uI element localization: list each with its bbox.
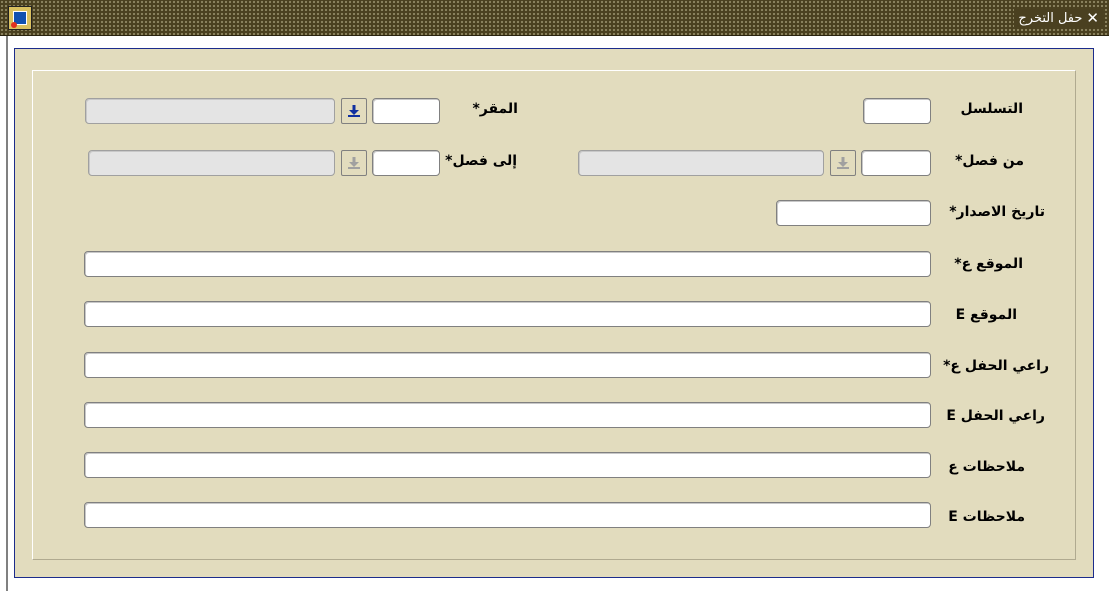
download-arrow-icon	[348, 157, 360, 169]
notes-ar-field[interactable]	[84, 452, 931, 478]
from-semester-code-field[interactable]	[861, 150, 931, 176]
headquarters-name-field	[85, 98, 335, 124]
title-bar: ✕ حفل التخرج	[0, 0, 1109, 36]
to-semester-lov-button[interactable]	[341, 150, 367, 176]
sponsor-en-field[interactable]	[84, 402, 931, 428]
location-ar-field[interactable]	[84, 251, 931, 277]
location-en-field[interactable]	[84, 301, 931, 327]
notes-en-label: ملاحظات E	[948, 509, 1025, 525]
download-arrow-icon	[837, 157, 849, 169]
to-semester-code-field[interactable]	[372, 150, 440, 176]
app-icon	[8, 6, 32, 30]
headquarters-lov-button[interactable]	[341, 98, 367, 124]
location-ar-label: الموقع ع*	[954, 256, 1023, 272]
notes-en-field[interactable]	[84, 502, 931, 528]
issue-date-field[interactable]	[776, 200, 931, 226]
window-title: ✕ حفل التخرج	[1014, 9, 1103, 27]
to-semester-name-field	[88, 150, 335, 176]
window-left-border	[6, 36, 8, 591]
close-icon[interactable]: ✕	[1086, 9, 1099, 27]
from-semester-label: من فصل*	[955, 153, 1024, 169]
headquarters-code-field[interactable]	[372, 98, 440, 124]
to-semester-label: إلى فصل*	[445, 153, 517, 169]
download-arrow-icon	[348, 105, 360, 117]
notes-ar-label: ملاحظات ع	[948, 459, 1025, 475]
sponsor-ar-field[interactable]	[84, 352, 931, 378]
sponsor-ar-label: راعي الحفل ع*	[943, 358, 1049, 374]
from-semester-name-field	[578, 150, 824, 176]
window-title-text: حفل التخرج	[1018, 10, 1083, 26]
sequence-label: التسلسل	[960, 101, 1023, 117]
location-en-label: الموقع E	[955, 307, 1017, 323]
headquarters-label: المقر*	[472, 101, 518, 117]
issue-date-label: تاريخ الاصدار*	[949, 204, 1045, 220]
from-semester-lov-button[interactable]	[830, 150, 856, 176]
sponsor-en-label: راعي الحفل E	[946, 408, 1045, 424]
sequence-field[interactable]	[863, 98, 931, 124]
